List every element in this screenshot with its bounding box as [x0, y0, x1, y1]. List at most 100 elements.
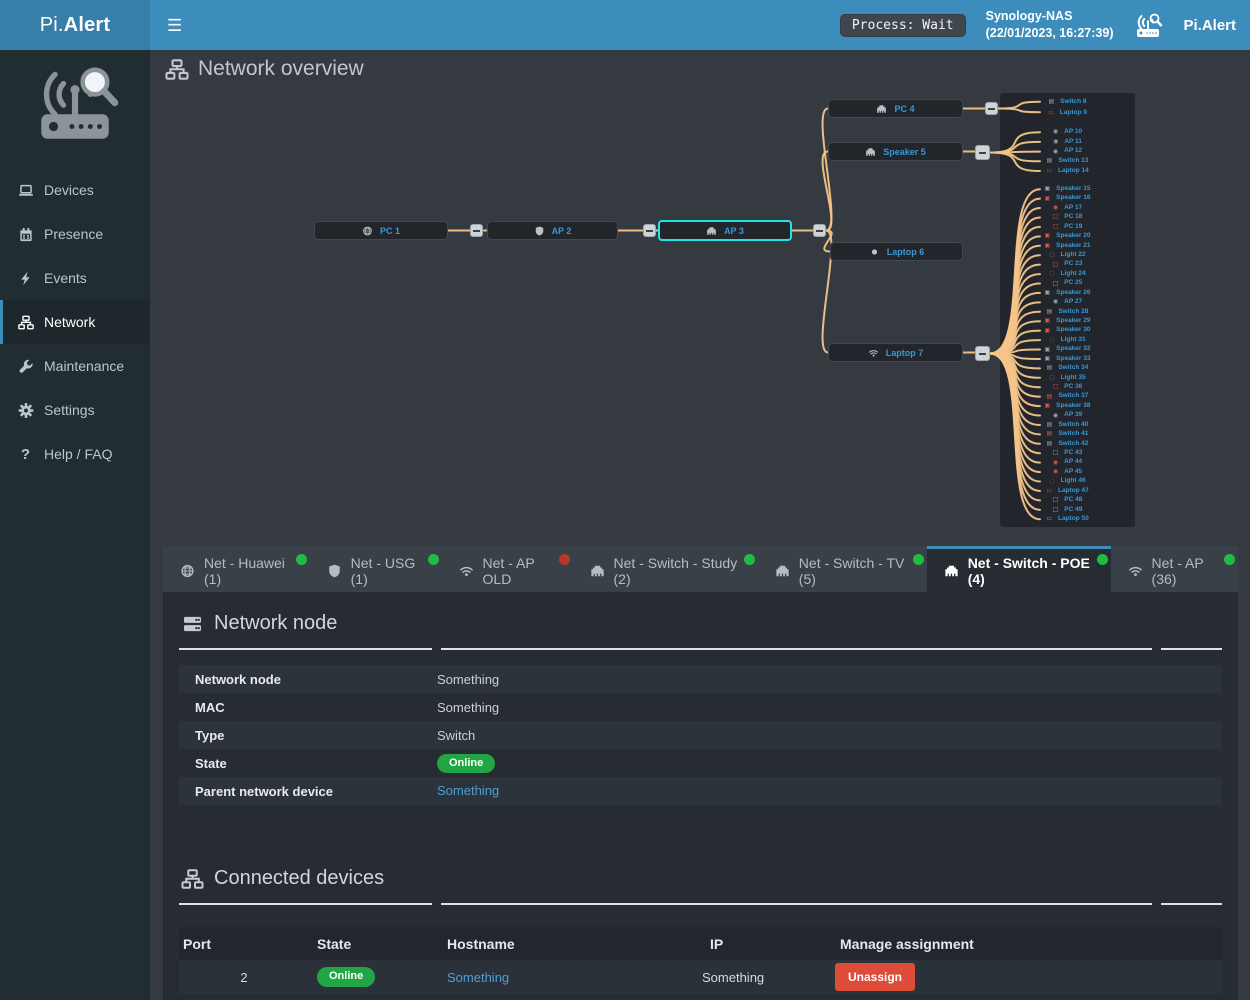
graph-device-speaker-15[interactable]: ▣Speaker 15 [1000, 185, 1135, 194]
collapse-button-pc1[interactable] [470, 224, 483, 237]
graph-device-switch-37[interactable]: ▤Switch 37 [1000, 392, 1135, 401]
info-value: Something [437, 700, 1222, 715]
sidebar-item-network[interactable]: Network [0, 300, 150, 344]
sidebar-item-label: Help / FAQ [44, 446, 112, 462]
hamburger-menu-icon[interactable]: ☰ [167, 17, 182, 34]
graph-device-light-35[interactable]: ◌Light 35 [1000, 373, 1135, 382]
page-title: Network overview [198, 57, 364, 81]
graph-device-label: AP 10 [1064, 129, 1082, 136]
switch-icon: ▤ [1047, 394, 1053, 400]
graph-device-light-31[interactable]: ◌Light 31 [1000, 335, 1135, 344]
graph-device-laptop-9[interactable]: ▭Laptop 9 [1000, 108, 1135, 119]
collapse-button-lp7[interactable] [975, 346, 990, 361]
ap-icon: ◉ [1053, 469, 1058, 475]
port-value: 2 [179, 970, 309, 985]
tab-net-switch-tv-5[interactable]: Net - Switch - TV (5) [758, 546, 927, 592]
unassign-button[interactable]: Unassign [835, 963, 915, 991]
graph-device-laptop-14[interactable]: ▭Laptop 14 [1000, 166, 1135, 176]
minus-icon [473, 230, 480, 232]
wrench-icon [17, 358, 34, 374]
tab-net-usg-1[interactable]: Net - USG (1) [310, 546, 442, 592]
tab-net-ap-old[interactable]: Net - AP OLD [442, 546, 573, 592]
graph-device-light-46[interactable]: ◌Light 46 [1000, 477, 1135, 486]
graph-device-speaker-26[interactable]: ▣Speaker 26 [1000, 288, 1135, 297]
graph-device-ap-39[interactable]: ◉AP 39 [1000, 411, 1135, 420]
graph-device-switch-28[interactable]: ▤Switch 28 [1000, 307, 1135, 316]
connected-devices-table: PortStateHostnameIPManage assignment2Onl… [179, 927, 1222, 994]
tab-net-switch-poe-4[interactable]: Net - Switch - POE (4) [927, 546, 1111, 592]
collapse-button-pc4[interactable] [985, 102, 998, 115]
graph-device-ap-44[interactable]: ◉AP 44 [1000, 458, 1135, 467]
hostname-link[interactable]: Something [447, 970, 509, 985]
graph-device-ap-12[interactable]: ◉AP 12 [1000, 147, 1135, 157]
tab-net-switch-study-2[interactable]: Net - Switch - Study (2) [573, 546, 758, 592]
graph-node-laptop-6[interactable]: Laptop 6 [830, 242, 963, 261]
graph-device-label: Speaker 21 [1056, 243, 1090, 250]
graph-device-light-22[interactable]: ◌Light 22 [1000, 251, 1135, 260]
graph-device-switch-8[interactable]: ▤Switch 8 [1000, 97, 1135, 108]
graph-device-pc-49[interactable]: □PC 49 [1000, 505, 1135, 514]
graph-device-label: Speaker 30 [1056, 327, 1090, 334]
tab-label: Net - Switch - POE (4) [968, 555, 1095, 587]
graph-device-pc-25[interactable]: □PC 25 [1000, 279, 1135, 288]
graph-device-pc-23[interactable]: □PC 23 [1000, 260, 1135, 269]
graph-device-laptop-47[interactable]: ▭Laptop 47 [1000, 486, 1135, 495]
graph-device-speaker-21[interactable]: ▣Speaker 21 [1000, 241, 1135, 250]
sidebar-item-maintenance[interactable]: Maintenance [0, 344, 150, 388]
collapse-button-ap2[interactable] [643, 224, 656, 237]
sidebar-item-label: Devices [44, 182, 94, 198]
sidebar-item-settings[interactable]: Settings [0, 388, 150, 432]
graph-device-pc-19[interactable]: □PC 19 [1000, 222, 1135, 231]
graph-device-speaker-30[interactable]: ▣Speaker 30 [1000, 326, 1135, 335]
graph-device-switch-42[interactable]: ▤Switch 42 [1000, 439, 1135, 448]
tab-net-huawei-1[interactable]: Net - Huawei (1) [163, 546, 310, 592]
graph-device-ap-17[interactable]: ◉AP 17 [1000, 203, 1135, 212]
graph-device-laptop-50[interactable]: ▭Laptop 50 [1000, 515, 1135, 524]
graph-node-ap-2[interactable]: AP 2 [487, 221, 618, 240]
graph-device-speaker-32[interactable]: ▣Speaker 32 [1000, 345, 1135, 354]
graph-device-label: Speaker 29 [1056, 318, 1090, 325]
sidebar-item-events[interactable]: Events [0, 256, 150, 300]
table-header-row: PortStateHostnameIPManage assignment [179, 927, 1222, 960]
info-label: Parent network device [179, 784, 437, 799]
sidebar-item-presence[interactable]: Presence [0, 212, 150, 256]
graph-device-ap-45[interactable]: ◉AP 45 [1000, 467, 1135, 476]
pialert-router-logo-icon [0, 50, 150, 168]
sidebar-item-devices[interactable]: Devices [0, 168, 150, 212]
collapse-button-sp5[interactable] [975, 145, 990, 160]
graph-device-ap-27[interactable]: ◉AP 27 [1000, 298, 1135, 307]
tab-net-ap-36[interactable]: Net - AP (36) [1111, 546, 1238, 592]
graph-node-ap-3[interactable]: AP 3 [658, 220, 792, 241]
graph-device-speaker-29[interactable]: ▣Speaker 29 [1000, 317, 1135, 326]
graph-device-ap-11[interactable]: ◉AP 11 [1000, 137, 1135, 147]
graph-node-laptop-7[interactable]: Laptop 7 [828, 343, 963, 362]
graph-node-speaker-5[interactable]: Speaker 5 [828, 142, 963, 161]
graph-device-pc-18[interactable]: □PC 18 [1000, 213, 1135, 222]
graph-device-ap-10[interactable]: ◉AP 10 [1000, 128, 1135, 138]
tab-label: Net - AP (36) [1152, 555, 1222, 587]
graph-device-speaker-38[interactable]: ▣Speaker 38 [1000, 401, 1135, 410]
graph-device-pc-36[interactable]: □PC 36 [1000, 383, 1135, 392]
gear-icon [17, 402, 34, 418]
graph-device-pc-43[interactable]: □PC 43 [1000, 449, 1135, 458]
graph-device-switch-41[interactable]: ▤Switch 41 [1000, 430, 1135, 439]
graph-device-pc-48[interactable]: □PC 48 [1000, 496, 1135, 505]
graph-device-switch-13[interactable]: ▤Switch 13 [1000, 157, 1135, 167]
graph-node-pc-1[interactable]: PC 1 [314, 221, 448, 240]
graph-device-label: Switch 40 [1058, 422, 1088, 429]
graph-node-label: PC 1 [380, 226, 400, 236]
pc-icon: □ [1053, 507, 1059, 513]
collapse-button-ap3[interactable] [813, 224, 826, 237]
graph-device-speaker-16[interactable]: ▣Speaker 16 [1000, 194, 1135, 203]
graph-device-speaker-20[interactable]: ▣Speaker 20 [1000, 232, 1135, 241]
brand-logo[interactable]: Pi.Alert [0, 0, 150, 50]
switch-icon: ▤ [1047, 441, 1053, 447]
graph-device-light-24[interactable]: ◌Light 24 [1000, 269, 1135, 278]
sidebar-item-help[interactable]: ?Help / FAQ [0, 432, 150, 476]
graph-device-label: AP 11 [1064, 139, 1082, 146]
graph-node-pc-4[interactable]: PC 4 [828, 99, 963, 118]
graph-device-speaker-33[interactable]: ▣Speaker 33 [1000, 354, 1135, 363]
graph-device-switch-34[interactable]: ▤Switch 34 [1000, 364, 1135, 373]
parent-device-link[interactable]: Something [437, 783, 499, 798]
graph-device-switch-40[interactable]: ▤Switch 40 [1000, 420, 1135, 429]
